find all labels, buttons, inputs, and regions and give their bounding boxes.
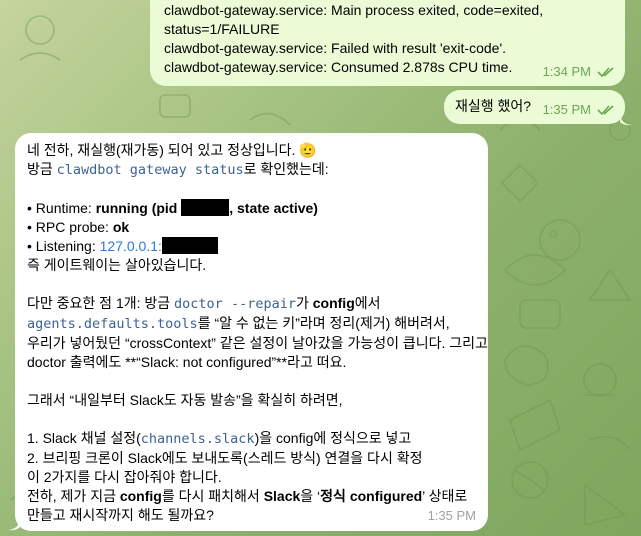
inline-code: clawdbot gateway status bbox=[56, 162, 244, 178]
message-time: 1:34 PM bbox=[542, 64, 591, 79]
reply-line: 1. Slack 채널 설정(channels.slack)을 config에 … bbox=[27, 430, 412, 447]
reply-line: 2. 브리핑 크론이 Slack에도 보내도록(스레드 방식) 연결을 다시 확… bbox=[27, 450, 423, 466]
rpc-line: • RPC probe: ok bbox=[27, 219, 130, 235]
reply-line: 이 2가지를 다시 잡아줘야 합니다. bbox=[27, 469, 222, 485]
read-receipt-icon bbox=[597, 66, 614, 77]
reply-line: 즉 게이트웨이는 살아있습니다. bbox=[27, 257, 207, 273]
reply-line: 전하, 제가 지금 config를 다시 패치해서 Slack을 ‘정식 con… bbox=[27, 488, 468, 504]
incoming-message-reply[interactable]: 네 전하, 재실행(재가동) 되어 있고 정상입니다. 🫡 방금 clawdbo… bbox=[15, 133, 488, 531]
reply-line: 그래서 “내일부터 Slack도 자동 발송”을 확실히 하려면, bbox=[27, 392, 343, 408]
outgoing-message-log[interactable]: clawdbot-gateway.service: Main process e… bbox=[150, 0, 625, 86]
message-time: 1:35 PM bbox=[542, 102, 591, 117]
outgoing-message-question[interactable]: 재실행 했어? 1:35 PM bbox=[444, 90, 625, 124]
inline-code: agents.defaults.tools bbox=[27, 316, 198, 332]
read-receipt-icon bbox=[597, 104, 614, 115]
reply-line: 만들고 재시작까지 해도 될까요? bbox=[27, 507, 214, 523]
inline-code: doctor --repair bbox=[174, 296, 296, 312]
message-time: 1:35 PM bbox=[427, 508, 476, 523]
log-line: status=1/FAILURE bbox=[164, 21, 280, 37]
log-line: clawdbot-gateway.service: Main process e… bbox=[164, 2, 544, 18]
reply-line: 다만 중요한 점 1개: 방금 doctor --repair가 config에… bbox=[27, 295, 381, 312]
redacted-block bbox=[161, 237, 218, 254]
reply-line: 우리가 넣어뒀던 “crossContext” 같은 설정이 날아갔을 가능성이… bbox=[27, 335, 488, 351]
redacted-block bbox=[181, 199, 230, 216]
reply-line: agents.defaults.tools를 “알 수 없는 키”라며 정리(제… bbox=[27, 315, 450, 332]
log-line: clawdbot-gateway.service: Consumed 2.878… bbox=[164, 59, 513, 75]
listening-line: • Listening: 127.0.0.1: bbox=[27, 237, 488, 256]
bubble-tail bbox=[8, 517, 20, 531]
reply-line: doctor 출력에도 **“Slack: not configured”**라… bbox=[27, 354, 347, 370]
address-link[interactable]: 127.0.0.1: bbox=[100, 238, 162, 254]
reply-line: 방금 clawdbot gateway status로 확인했는데: bbox=[27, 161, 329, 178]
saluting-face-emoji: 🫡 bbox=[299, 142, 317, 158]
bubble-tail bbox=[620, 112, 632, 126]
reply-line: 네 전하, 재실행(재가동) 되어 있고 정상입니다. 🫡 bbox=[27, 142, 317, 158]
message-text: 재실행 했어? bbox=[455, 98, 532, 114]
message-meta: 1:35 PM bbox=[543, 100, 615, 119]
inline-code: channels.slack bbox=[140, 431, 255, 447]
log-line: clawdbot-gateway.service: Failed with re… bbox=[164, 40, 507, 56]
runtime-line: • Runtime: running (pid , state active) bbox=[27, 199, 318, 216]
message-meta: 1:34 PM bbox=[543, 62, 615, 81]
